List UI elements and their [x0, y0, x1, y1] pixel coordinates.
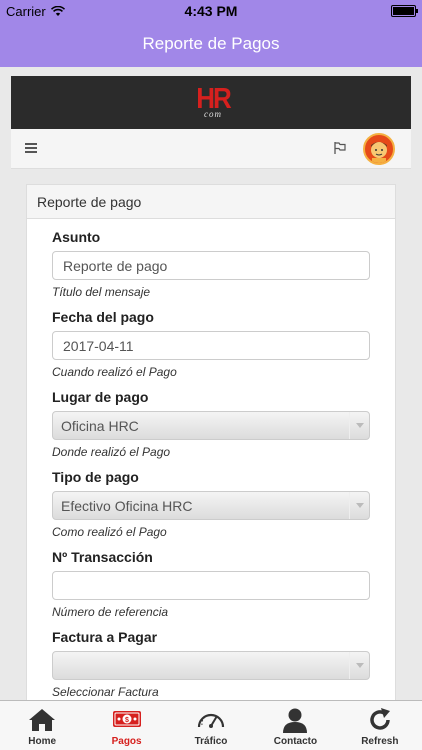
fecha-group: Fecha del pago 2017-04-11 Cuando realizó…	[52, 309, 370, 379]
user-avatar-icon	[371, 142, 387, 163]
tipo-select[interactable]: Efectivo Oficina HRC	[52, 491, 370, 520]
factura-group: Factura a Pagar Seleccionar Factura	[52, 629, 370, 699]
tab-home[interactable]: Home	[0, 701, 84, 750]
tab-bar: Home $ Pagos Tráfico Contacto Refresh	[0, 700, 422, 750]
asunto-group: Asunto Reporte de pago Título del mensaj…	[52, 229, 370, 299]
tipo-help: Como realizó el Pago	[52, 525, 167, 539]
factura-select[interactable]	[52, 651, 370, 680]
payment-report-panel: Reporte de pago Asunto Reporte de pago T…	[26, 184, 396, 700]
payment-icon: $	[112, 711, 141, 727]
asunto-input[interactable]: Reporte de pago	[52, 251, 370, 280]
chevron-down-icon	[349, 492, 369, 519]
transaccion-group: Nº Transacción Número de referencia	[52, 549, 370, 619]
factura-label: Factura a Pagar	[52, 629, 158, 645]
panel-heading: Reporte de pago	[27, 185, 395, 219]
tipo-label: Tipo de pago	[52, 469, 139, 485]
refresh-icon	[370, 708, 390, 730]
tab-refresh[interactable]: Refresh	[338, 701, 422, 750]
status-bar: Carrier 4:43 PM	[0, 0, 422, 22]
status-time: 4:43 PM	[184, 3, 238, 19]
transaccion-label: Nº Transacción	[52, 549, 153, 565]
flag-icon[interactable]	[333, 141, 347, 155]
lugar-label: Lugar de pago	[52, 389, 149, 405]
lugar-help: Donde realizó el Pago	[52, 445, 171, 459]
nav-title: Reporte de Pagos	[142, 34, 280, 53]
speedometer-icon	[197, 713, 225, 728]
transaccion-help: Número de referencia	[52, 605, 169, 619]
tab-pagos[interactable]: $ Pagos	[84, 701, 168, 750]
person-icon	[283, 708, 308, 733]
tab-trafico[interactable]: Tráfico	[169, 701, 253, 750]
site-toolbar	[11, 129, 411, 169]
fecha-label: Fecha del pago	[52, 309, 154, 325]
factura-help: Seleccionar Factura	[52, 685, 159, 699]
tab-home-label: Home	[28, 736, 57, 747]
tab-contacto-label: Contacto	[273, 736, 318, 747]
battery-icon	[391, 5, 418, 17]
asunto-label: Asunto	[52, 229, 101, 245]
site-logo[interactable]: HR com	[191, 81, 235, 121]
lugar-select[interactable]: Oficina HRC	[52, 411, 370, 440]
tab-trafico-label: Tráfico	[194, 736, 228, 747]
tab-contacto[interactable]: Contacto	[253, 701, 337, 750]
svg-text:$: $	[125, 717, 129, 724]
tipo-group: Tipo de pago Efectivo Oficina HRC Como r…	[52, 469, 370, 539]
site-header: HR com	[11, 76, 411, 129]
nav-bar: Reporte de Pagos	[0, 22, 422, 67]
transaccion-input[interactable]	[52, 571, 370, 600]
fecha-input[interactable]: 2017-04-11	[52, 331, 370, 360]
tab-pagos-label: Pagos	[111, 736, 142, 747]
chevron-down-icon	[349, 652, 369, 679]
lugar-selected-value: Oficina HRC	[61, 418, 139, 434]
chevron-down-icon	[349, 412, 369, 439]
tab-refresh-label: Refresh	[361, 736, 399, 747]
avatar[interactable]	[363, 133, 395, 165]
web-content[interactable]: HR com Reporte de pago Asunto Reporte de…	[0, 67, 422, 700]
menu-icon[interactable]	[25, 143, 37, 153]
asunto-help: Título del mensaje	[52, 285, 151, 299]
fecha-help: Cuando realizó el Pago	[52, 365, 177, 379]
lugar-group: Lugar de pago Oficina HRC Donde realizó …	[52, 389, 370, 459]
tipo-selected-value: Efectivo Oficina HRC	[61, 498, 193, 514]
home-icon	[29, 709, 56, 731]
logo-main-text: HR	[196, 81, 232, 115]
